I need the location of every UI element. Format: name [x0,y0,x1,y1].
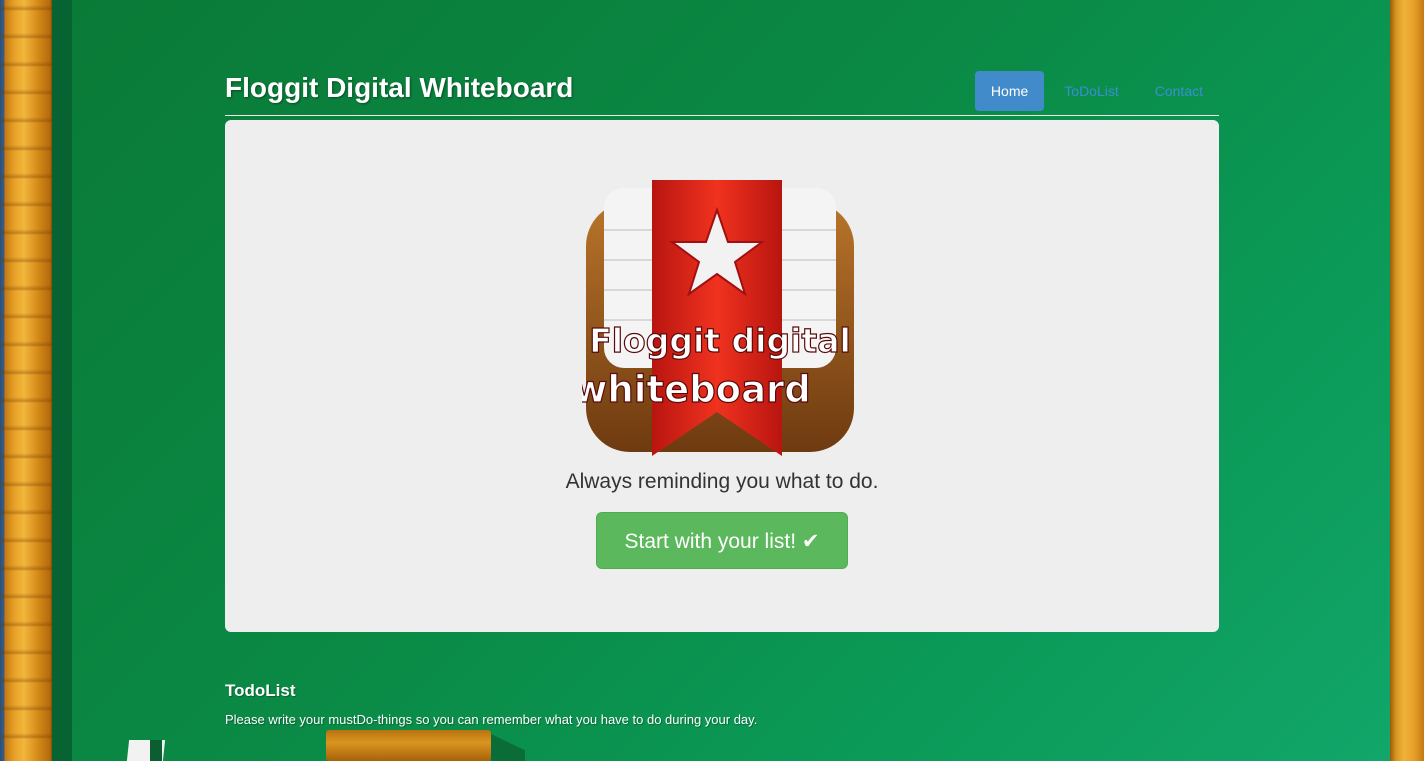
logo-text-line2: whiteboard [582,368,811,411]
pencil-decoration [326,730,491,761]
hero-panel: Floggit digital whiteboard Always remind… [225,120,1219,632]
header: Floggit Digital Whiteboard Home ToDoList… [225,60,1219,116]
checkmark-icon: ✔ [801,530,820,553]
paper-shadow-decoration [150,740,162,761]
nav-todolist[interactable]: ToDoList [1048,71,1134,111]
todolist-description: Please write your mustDo-things so you c… [225,712,758,727]
start-list-label: Start with your list! [624,530,797,553]
left-wood-frame [0,0,52,761]
page-title: Floggit Digital Whiteboard [225,72,574,103]
nav-contact[interactable]: Contact [1139,71,1219,111]
start-list-button[interactable]: Start with your list! ✔ [596,512,848,569]
nav-home[interactable]: Home [974,71,1045,111]
tagline: Always reminding you what to do. [565,470,879,493]
logo-text-line1: Floggit digital [589,321,851,360]
right-wood-frame [1390,0,1424,761]
todolist-heading: TodoList [225,681,296,700]
main-nav: Home ToDoList Contact [974,71,1219,111]
app-logo: Floggit digital whiteboard [582,180,854,456]
